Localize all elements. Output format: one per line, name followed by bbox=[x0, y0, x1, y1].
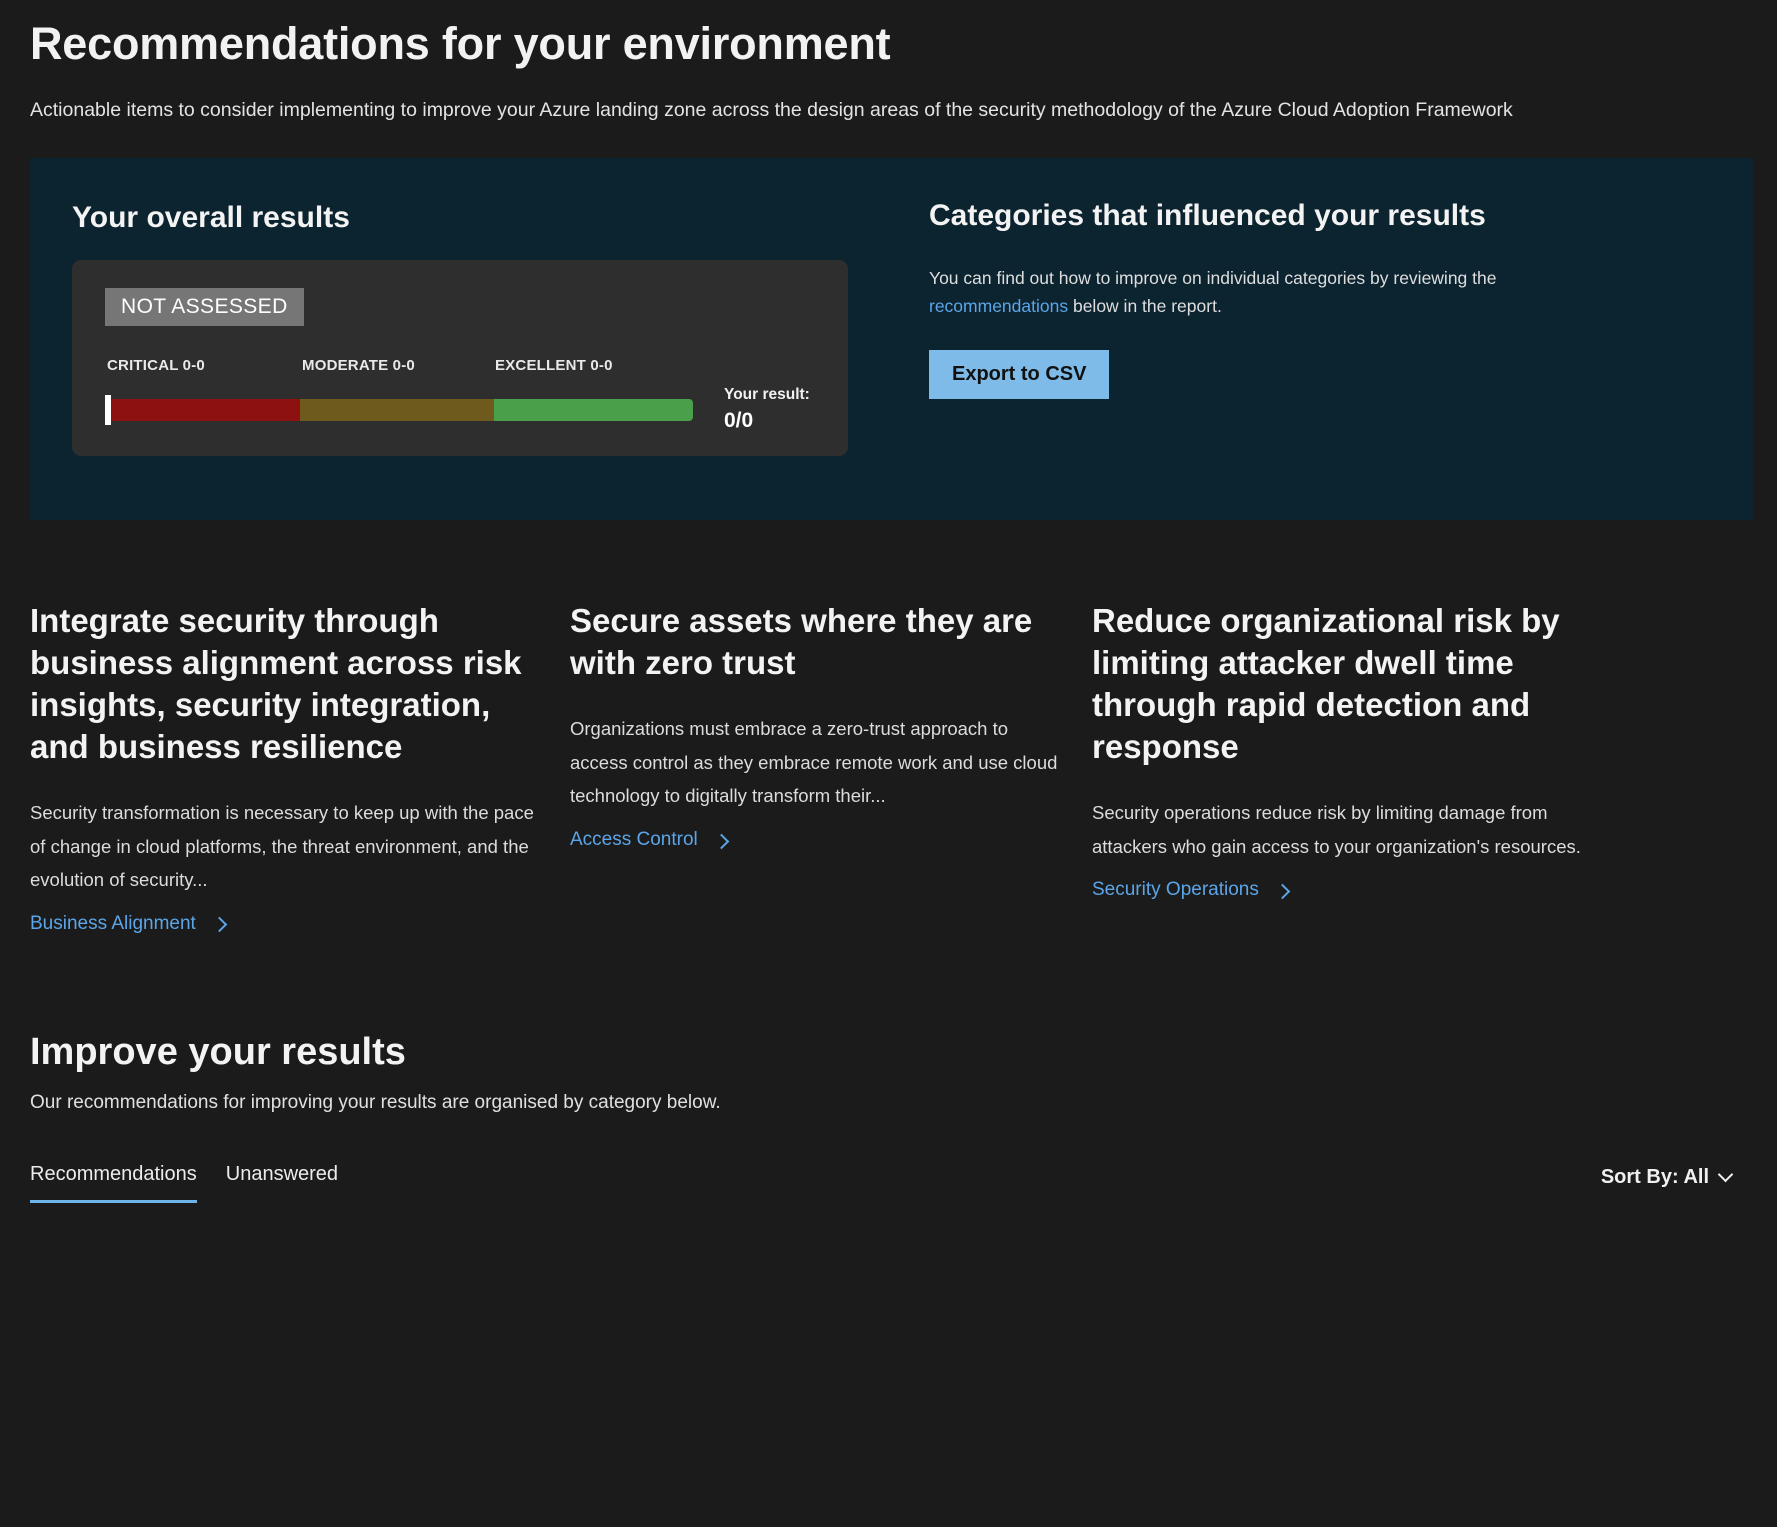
scale-label-critical: CRITICAL 0-0 bbox=[107, 356, 205, 374]
score-segment-excellent bbox=[494, 399, 693, 421]
tab-list: Recommendations Unanswered bbox=[30, 1163, 338, 1203]
feature-description: Security transformation is necessary to … bbox=[30, 801, 534, 891]
sort-by-label: Sort By: All bbox=[1600, 1165, 1709, 1188]
feature-description: Organizations must embrace a zero-trust … bbox=[570, 718, 1058, 807]
score-segment-critical bbox=[111, 399, 300, 421]
scale-labels: CRITICAL 0-0 MODERATE 0-0 EXCELLENT 0-0 bbox=[105, 357, 691, 379]
score-bar-row: Your result: 0/0 bbox=[105, 386, 816, 433]
chevron-right-icon bbox=[211, 917, 228, 933]
overall-results-section: Your overall results NOT ASSESSED CRITIC… bbox=[30, 158, 925, 520]
categories-body-after: below in the report. bbox=[1068, 296, 1222, 317]
scale-label-excellent: EXCELLENT 0-0 bbox=[495, 356, 613, 374]
feature-description: Security operations reduce risk by limit… bbox=[1092, 801, 1581, 857]
categories-heading: Categories that influenced your results bbox=[929, 199, 1486, 233]
score-bar bbox=[105, 395, 693, 425]
recommendations-inline-link[interactable]: recommendations bbox=[929, 296, 1068, 316]
tab-unanswered[interactable]: Unanswered bbox=[226, 1163, 338, 1203]
page-title: Recommendations for your environment bbox=[30, 18, 891, 69]
feature-link-business-alignment[interactable]: Business Alignment bbox=[30, 912, 228, 935]
feature-columns: Integrate security through business alig… bbox=[30, 600, 1747, 935]
chevron-right-icon bbox=[713, 833, 730, 849]
categories-body-before: You can find out how to improve on indiv… bbox=[929, 267, 1497, 288]
feature-link-label: Business Alignment bbox=[30, 912, 196, 934]
improve-title: Improve your results bbox=[30, 1030, 406, 1073]
your-result-value: 0/0 bbox=[724, 409, 754, 433]
tabs-row: Recommendations Unanswered Sort By: All bbox=[30, 1163, 1747, 1203]
improve-subtitle: Our recommendations for improving your r… bbox=[30, 1091, 721, 1113]
categories-section: Categories that influenced your results … bbox=[925, 158, 1753, 520]
score-segment-moderate bbox=[299, 399, 495, 421]
categories-body: You can find out how to improve on indiv… bbox=[929, 264, 1519, 321]
improve-results-section: Improve your results Our recommendations… bbox=[30, 1031, 1747, 1203]
tab-recommendations[interactable]: Recommendations bbox=[30, 1163, 197, 1203]
feature-title: Integrate security through business alig… bbox=[30, 602, 522, 765]
feature-link-access-control[interactable]: Access Control bbox=[570, 829, 730, 851]
export-to-csv-button[interactable]: Export to CSV bbox=[929, 349, 1110, 399]
feature-card-business-alignment: Integrate security through business alig… bbox=[30, 600, 548, 935]
chevron-down-icon bbox=[1717, 1166, 1734, 1183]
feature-link-label: Security Operations bbox=[1092, 879, 1259, 901]
feature-title: Reduce organizational risk by limiting a… bbox=[1092, 602, 1560, 765]
feature-title: Secure assets where they are with zero t… bbox=[570, 602, 1033, 682]
chevron-right-icon bbox=[1274, 883, 1291, 899]
results-panel: Your overall results NOT ASSESSED CRITIC… bbox=[30, 158, 1753, 521]
status-badge: NOT ASSESSED bbox=[105, 287, 304, 326]
your-result-label: Your result: bbox=[724, 385, 810, 403]
feature-card-access-control: Secure assets where they are with zero t… bbox=[570, 600, 1070, 935]
feature-link-label: Access Control bbox=[570, 829, 698, 851]
your-result-block: Your result: 0/0 bbox=[724, 383, 810, 433]
overall-results-heading: Your overall results bbox=[72, 201, 350, 235]
recommendations-page: Recommendations for your environment Act… bbox=[0, 0, 1777, 1527]
page-subtitle: Actionable items to consider implementin… bbox=[30, 98, 1513, 121]
scale-label-moderate: MODERATE 0-0 bbox=[302, 356, 415, 374]
score-card: NOT ASSESSED CRITICAL 0-0 MODERATE 0-0 E… bbox=[72, 259, 848, 456]
feature-card-security-operations: Reduce organizational risk by limiting a… bbox=[1092, 600, 1612, 935]
feature-link-security-operations[interactable]: Security Operations bbox=[1092, 879, 1291, 901]
sort-by-dropdown[interactable]: Sort By: All bbox=[1601, 1166, 1747, 1203]
